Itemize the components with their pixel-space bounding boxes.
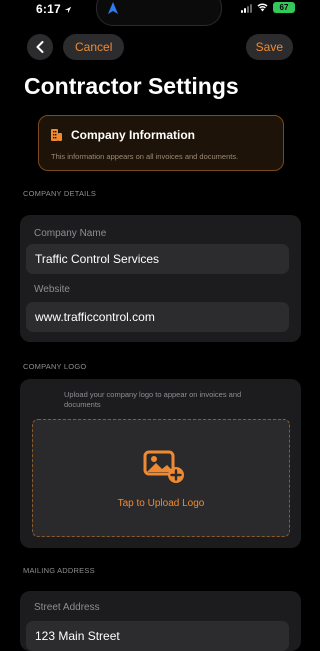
section-label-mailing-address: MAILING ADDRESS — [23, 566, 95, 575]
info-banner-description: This information appears on all invoices… — [51, 152, 239, 161]
save-button[interactable]: Save — [245, 34, 293, 60]
status-icons: 67 — [241, 2, 295, 13]
company-name-label: Company Name — [34, 228, 107, 239]
website-field[interactable]: www.trafficcontrol.com — [26, 302, 289, 332]
image-add-icon — [143, 450, 184, 483]
section-label-company-details: COMPANY DETAILS — [23, 189, 97, 198]
logo-description: Upload your company logo to appear on in… — [64, 390, 242, 409]
street-address-field[interactable]: 123 Main Street — [26, 621, 289, 651]
info-banner-title: Company Information — [71, 128, 196, 142]
signal-icon — [241, 3, 252, 13]
upload-logo-label: Tap to Upload Logo — [117, 498, 205, 509]
status-time-text: 6:17 — [36, 2, 61, 16]
back-button[interactable] — [27, 34, 53, 60]
location-arrow-icon — [65, 6, 72, 14]
chevron-left-icon — [36, 41, 44, 53]
street-address-label: Street Address — [34, 602, 100, 613]
status-time: 6:17 — [36, 2, 72, 16]
building-icon — [51, 129, 62, 141]
cancel-button[interactable]: Cancel — [63, 34, 125, 60]
section-label-company-logo: COMPANY LOGO — [23, 362, 87, 371]
navigation-arrow-icon — [108, 2, 118, 14]
upload-logo-area[interactable]: Tap to Upload Logo — [32, 419, 290, 537]
wifi-icon — [257, 3, 268, 12]
battery-icon: 67 — [273, 2, 295, 13]
info-banner: Company Information This information app… — [38, 115, 284, 171]
page-title: Contractor Settings — [24, 73, 239, 99]
company-name-field[interactable]: Traffic Control Services — [26, 244, 289, 274]
website-label: Website — [34, 284, 70, 295]
